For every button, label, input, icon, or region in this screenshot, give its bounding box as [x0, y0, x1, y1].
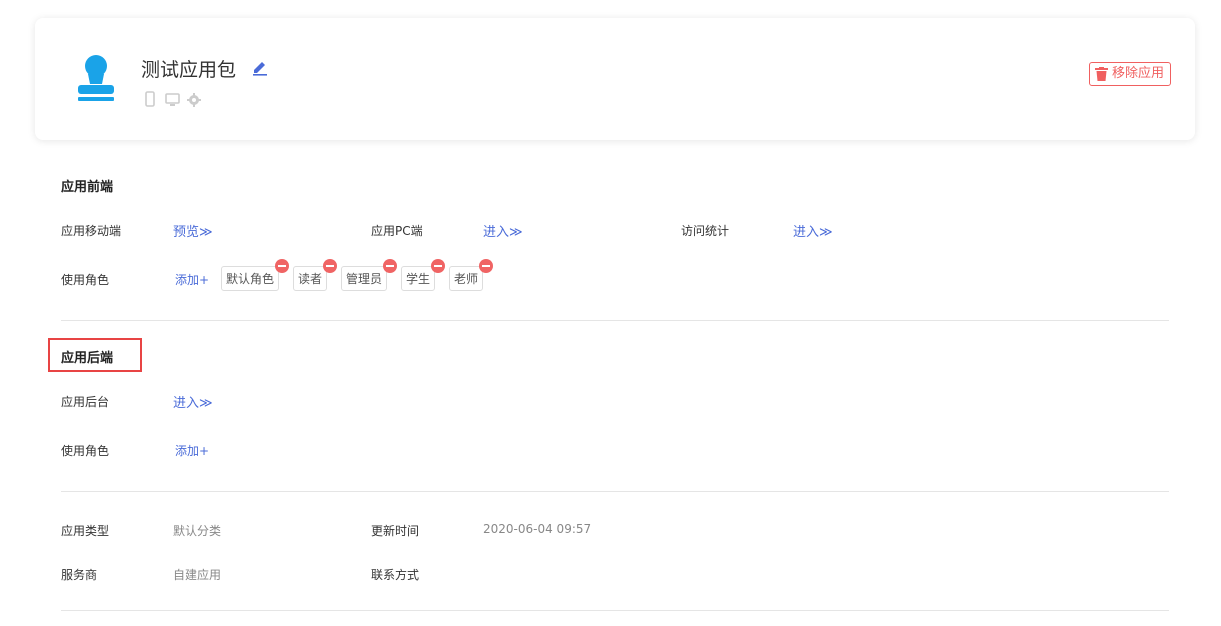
updated-label: 更新时间 [371, 524, 420, 538]
updated-value: 2020-06-04 09:57 [483, 522, 592, 536]
mobile-icon [145, 91, 155, 111]
remove-app-button[interactable]: 移除应用 [1088, 62, 1171, 86]
section-title-backend: 应用后端 [61, 351, 114, 366]
monitor-icon [165, 92, 180, 111]
mobile-label: 应用移动端 [61, 224, 122, 238]
divider [61, 491, 1169, 492]
app-header-card: 测试应用包 移除应用 [35, 18, 1195, 140]
contact-label: 联系方式 [371, 568, 420, 582]
role-remove-icon[interactable] [383, 259, 397, 273]
provider-value: 自建应用 [173, 568, 222, 582]
pc-enter-link[interactable]: 进入≫ [483, 221, 523, 240]
remove-app-label: 移除应用 [1111, 66, 1164, 81]
stats-label: 访问统计 [681, 224, 730, 238]
gear-icon [187, 92, 201, 111]
app-title: 测试应用包 [141, 59, 237, 81]
type-value: 默认分类 [173, 524, 222, 538]
role-tag: 老师 [449, 266, 484, 291]
backend-add-role-button[interactable]: 添加+ [175, 442, 209, 459]
backend-roles-label: 使用角色 [61, 444, 110, 458]
stats-enter-link[interactable]: 进入≫ [793, 221, 833, 240]
role-tag: 读者 [293, 266, 328, 291]
role-remove-icon[interactable] [275, 259, 289, 273]
mobile-preview-link[interactable]: 预览≫ [173, 221, 213, 240]
admin-label: 应用后台 [61, 395, 110, 409]
role-remove-icon[interactable] [479, 259, 493, 273]
edit-icon[interactable] [251, 58, 269, 76]
admin-enter-link[interactable]: 进入≫ [173, 392, 213, 411]
frontend-add-role-button[interactable]: 添加+ [175, 271, 209, 288]
role-tag: 默认角色 [221, 266, 280, 291]
frontend-roles-label: 使用角色 [61, 273, 110, 287]
role-tag: 学生 [401, 266, 436, 291]
section-title-frontend: 应用前端 [61, 180, 114, 195]
pc-label: 应用PC端 [371, 224, 423, 238]
provider-label: 服务商 [61, 568, 98, 582]
divider [61, 320, 1169, 321]
role-remove-icon[interactable] [431, 259, 445, 273]
role-remove-icon[interactable] [323, 259, 337, 273]
avatar-icon [78, 55, 114, 101]
role-tag: 管理员 [341, 266, 388, 291]
trash-icon [1094, 67, 1108, 81]
divider [61, 610, 1169, 611]
type-label: 应用类型 [61, 524, 110, 538]
